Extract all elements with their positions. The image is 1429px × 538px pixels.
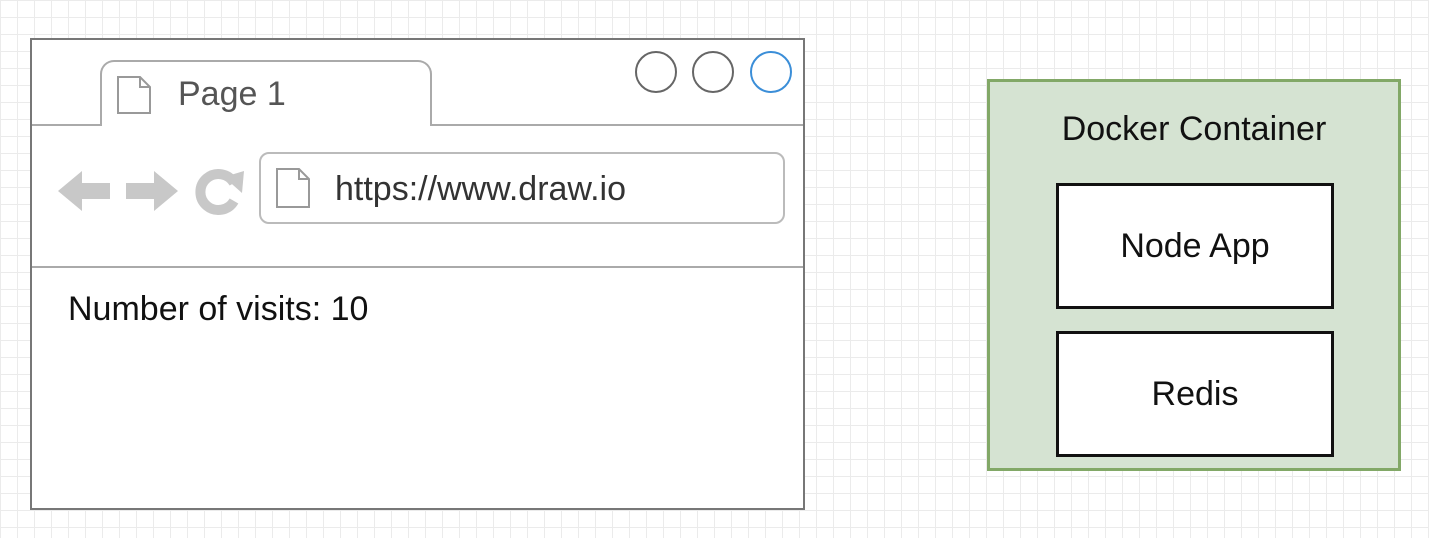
url-text: https://www.draw.io bbox=[335, 170, 627, 208]
navigation-bar: https://www.draw.io bbox=[32, 124, 803, 268]
redis-label: Redis bbox=[1151, 374, 1239, 413]
tab-page-1[interactable]: Page 1 bbox=[100, 60, 432, 126]
visit-count-text: Number of visits: 10 bbox=[68, 290, 369, 328]
back-arrow-icon[interactable] bbox=[56, 167, 112, 215]
document-icon bbox=[276, 168, 310, 208]
tab-label: Page 1 bbox=[178, 75, 286, 113]
node-app-label: Node App bbox=[1120, 226, 1270, 265]
redis-box: Redis bbox=[1056, 331, 1334, 457]
address-bar[interactable]: https://www.draw.io bbox=[259, 152, 785, 224]
reload-icon[interactable] bbox=[194, 167, 246, 217]
node-app-box: Node App bbox=[1056, 183, 1334, 309]
window-minimize-button[interactable] bbox=[692, 51, 734, 93]
window-close-button[interactable] bbox=[635, 51, 677, 93]
browser-mockup: Page 1 https://www.draw.io Number of vis… bbox=[30, 38, 805, 510]
docker-container-title: Docker Container bbox=[1061, 110, 1327, 148]
document-icon bbox=[117, 76, 151, 114]
window-maximize-button[interactable] bbox=[750, 51, 792, 93]
docker-container-box: Docker Container Node App Redis bbox=[987, 79, 1401, 471]
forward-arrow-icon[interactable] bbox=[124, 167, 180, 215]
